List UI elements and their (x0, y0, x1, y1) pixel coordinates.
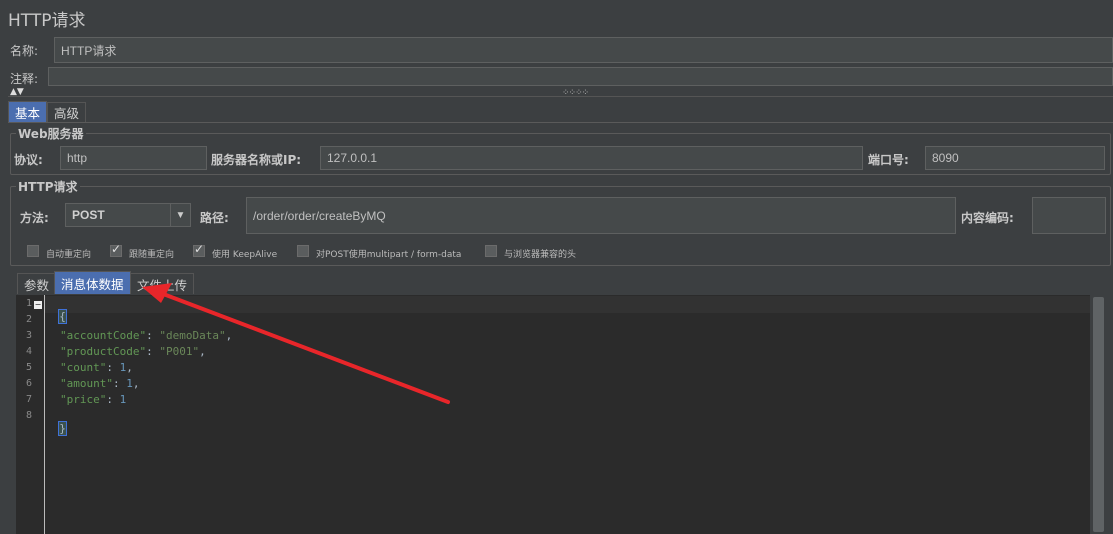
annotation-arrow-head (142, 283, 172, 303)
annotation-arrow-shaft (156, 290, 450, 404)
annotation-arrow-icon (142, 283, 450, 404)
